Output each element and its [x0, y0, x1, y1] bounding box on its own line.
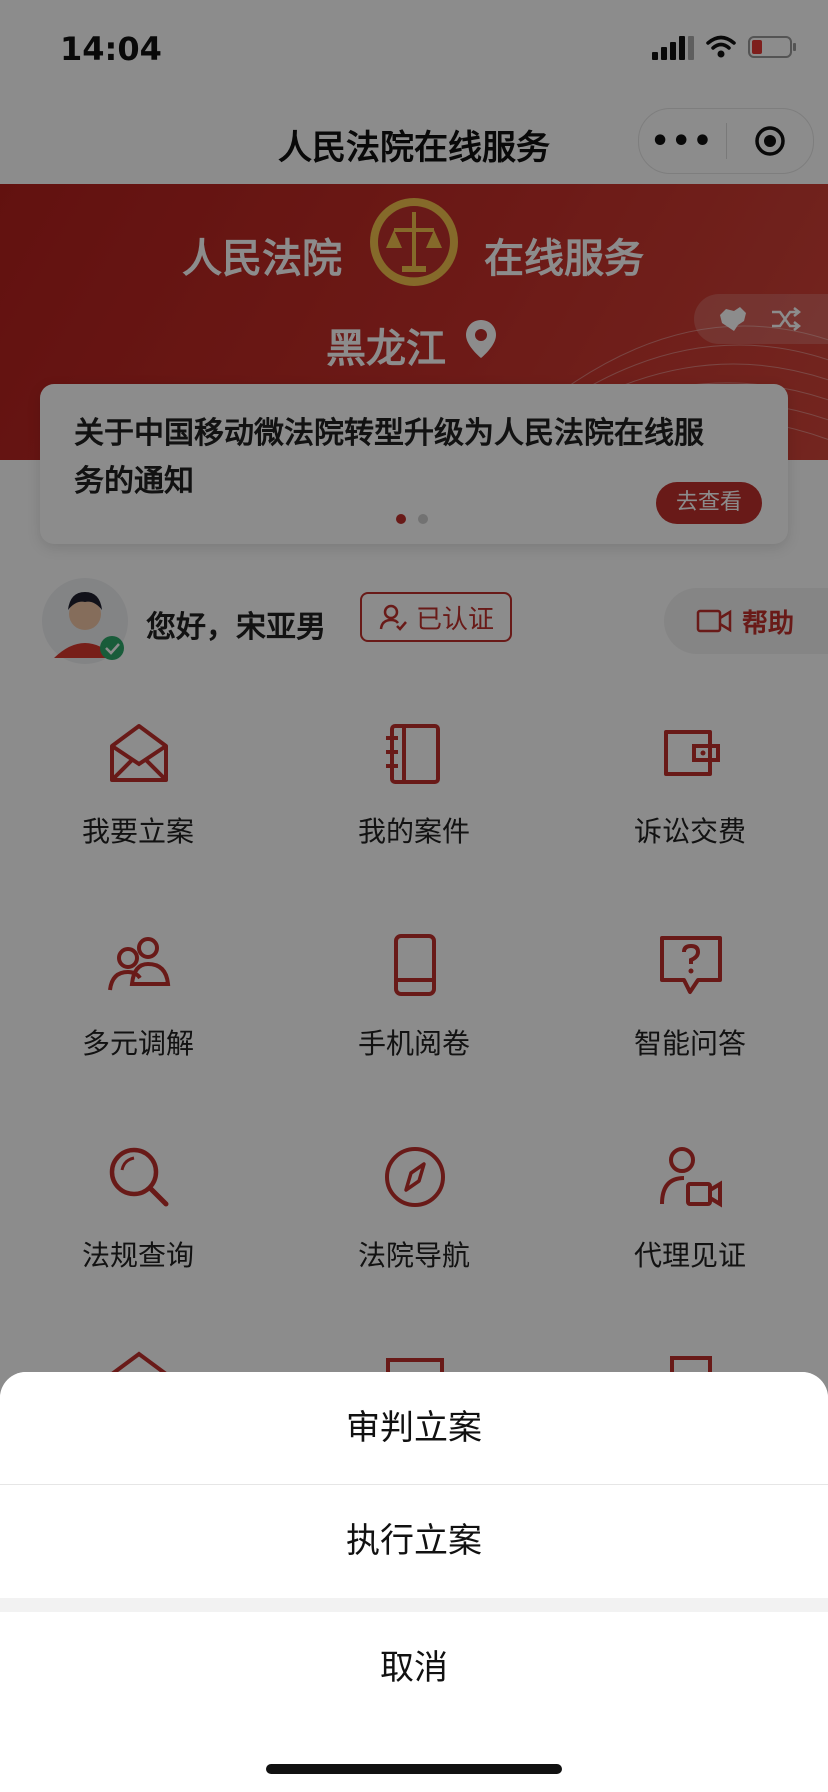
- cancel-button[interactable]: 取消: [0, 1612, 828, 1724]
- action-sheet: 审判立案 执行立案 取消: [0, 1372, 828, 1792]
- option-enforcement-filing[interactable]: 执行立案: [0, 1485, 828, 1597]
- option-trial-filing[interactable]: 审判立案: [0, 1372, 828, 1484]
- home-indicator[interactable]: [266, 1764, 562, 1774]
- sheet-gap: [0, 1598, 828, 1612]
- app-page: 14:04 人民法院在线服务 ••• 人民法院 在线服务 黑龙江 关于中国移动微…: [0, 0, 828, 1792]
